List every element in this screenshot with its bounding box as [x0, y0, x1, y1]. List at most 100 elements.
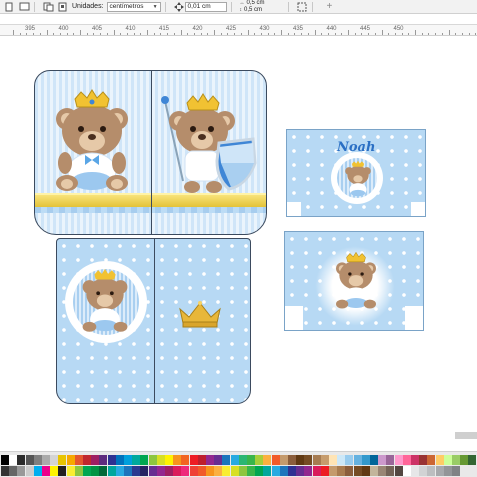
- color-swatch[interactable]: [222, 455, 231, 465]
- treat-as-filled-icon[interactable]: [296, 1, 308, 12]
- color-swatch[interactable]: [189, 466, 198, 476]
- color-swatch[interactable]: [320, 455, 329, 465]
- color-swatch[interactable]: [42, 455, 50, 465]
- color-swatch[interactable]: [279, 466, 288, 476]
- color-swatch[interactable]: [427, 466, 436, 476]
- color-swatch[interactable]: [66, 466, 75, 476]
- color-swatch[interactable]: [99, 455, 108, 465]
- color-swatch[interactable]: [238, 455, 247, 465]
- color-swatch[interactable]: [230, 455, 239, 465]
- color-swatch[interactable]: [247, 455, 255, 465]
- color-swatch[interactable]: [1, 466, 9, 476]
- color-swatch[interactable]: [197, 466, 206, 476]
- color-swatch[interactable]: [107, 466, 116, 476]
- color-swatch[interactable]: [329, 455, 337, 465]
- tag-panel-name[interactable]: Noah: [286, 129, 426, 217]
- color-swatch[interactable]: [165, 466, 173, 476]
- color-swatch[interactable]: [173, 455, 182, 465]
- color-swatch[interactable]: [165, 455, 173, 465]
- all-pages-icon[interactable]: [42, 1, 54, 12]
- color-swatch[interactable]: [214, 466, 223, 476]
- color-swatch[interactable]: [263, 466, 272, 476]
- color-swatch[interactable]: [378, 466, 387, 476]
- color-swatch[interactable]: [25, 466, 34, 476]
- color-swatch[interactable]: [156, 466, 165, 476]
- color-swatch[interactable]: [58, 466, 67, 476]
- tag-panel-bear[interactable]: [284, 231, 424, 331]
- color-swatch[interactable]: [279, 455, 288, 465]
- color-swatch[interactable]: [83, 455, 91, 465]
- add-icon[interactable]: +: [327, 1, 333, 12]
- color-swatch[interactable]: [255, 466, 264, 476]
- color-swatch[interactable]: [435, 455, 444, 465]
- color-swatch[interactable]: [386, 466, 395, 476]
- color-swatch[interactable]: [460, 455, 469, 465]
- color-swatch[interactable]: [402, 455, 411, 465]
- color-swatch[interactable]: [140, 455, 149, 465]
- color-swatch[interactable]: [181, 455, 190, 465]
- color-swatch[interactable]: [17, 455, 26, 465]
- color-swatch[interactable]: [353, 455, 362, 465]
- color-swatch[interactable]: [115, 466, 124, 476]
- color-swatch[interactable]: [370, 466, 378, 476]
- color-swatch[interactable]: [361, 466, 370, 476]
- color-swatch[interactable]: [402, 466, 411, 476]
- color-swatch[interactable]: [58, 455, 67, 465]
- color-swatch[interactable]: [255, 455, 264, 465]
- color-swatch[interactable]: [452, 466, 460, 476]
- color-swatch[interactable]: [427, 455, 436, 465]
- box-panel-top[interactable]: [34, 70, 267, 235]
- duplicate-y-input[interactable]: ↕ 0,5 cm: [238, 7, 284, 14]
- color-swatch[interactable]: [124, 455, 132, 465]
- color-swatch[interactable]: [394, 455, 403, 465]
- color-swatch[interactable]: [107, 455, 116, 465]
- color-swatch[interactable]: [91, 455, 100, 465]
- color-swatch[interactable]: [386, 455, 395, 465]
- color-swatch[interactable]: [296, 466, 305, 476]
- color-swatch[interactable]: [320, 466, 329, 476]
- color-swatch[interactable]: [66, 455, 75, 465]
- color-swatch[interactable]: [378, 455, 387, 465]
- color-palette[interactable]: [0, 451, 477, 477]
- color-swatch[interactable]: [238, 466, 247, 476]
- color-swatch[interactable]: [443, 455, 452, 465]
- color-swatch[interactable]: [197, 455, 206, 465]
- color-swatch[interactable]: [50, 466, 59, 476]
- color-swatch[interactable]: [25, 455, 34, 465]
- color-swatch[interactable]: [33, 455, 42, 465]
- color-swatch[interactable]: [1, 455, 9, 465]
- horizontal-scrollbar-thumb[interactable]: [455, 432, 477, 439]
- color-swatch[interactable]: [411, 466, 419, 476]
- color-swatch[interactable]: [271, 455, 280, 465]
- color-swatch[interactable]: [156, 455, 165, 465]
- color-swatch[interactable]: [99, 466, 108, 476]
- color-swatch[interactable]: [222, 466, 231, 476]
- color-swatch[interactable]: [9, 455, 18, 465]
- nudge-distance-input[interactable]: 0,01 cm: [184, 1, 227, 12]
- color-swatch[interactable]: [296, 455, 305, 465]
- color-swatch[interactable]: [468, 455, 477, 465]
- color-swatch[interactable]: [345, 455, 354, 465]
- color-swatch[interactable]: [271, 466, 280, 476]
- color-swatch[interactable]: [91, 466, 100, 476]
- color-swatch[interactable]: [74, 455, 83, 465]
- color-swatch[interactable]: [173, 466, 182, 476]
- color-swatch[interactable]: [17, 466, 26, 476]
- color-swatch[interactable]: [9, 466, 18, 476]
- color-swatch[interactable]: [132, 455, 141, 465]
- color-swatch[interactable]: [337, 466, 346, 476]
- units-dropdown[interactable]: centímetros ▼: [106, 1, 161, 12]
- color-swatch[interactable]: [411, 455, 419, 465]
- color-swatch[interactable]: [304, 455, 313, 465]
- color-swatch[interactable]: [394, 466, 403, 476]
- color-swatch[interactable]: [288, 466, 296, 476]
- color-swatch[interactable]: [443, 466, 452, 476]
- color-swatch[interactable]: [345, 466, 354, 476]
- color-swatch[interactable]: [206, 455, 214, 465]
- color-swatch[interactable]: [83, 466, 91, 476]
- color-swatch[interactable]: [214, 455, 223, 465]
- color-swatch[interactable]: [140, 466, 149, 476]
- page-portrait-icon[interactable]: [3, 1, 15, 12]
- color-swatch[interactable]: [132, 466, 141, 476]
- color-swatch[interactable]: [361, 455, 370, 465]
